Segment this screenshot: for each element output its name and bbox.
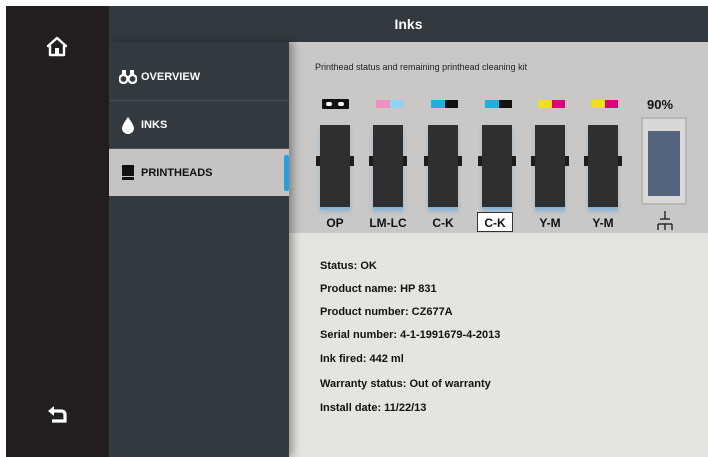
sidebar-item-label: PRINTHEADS [141,166,213,179]
color-swatch [591,100,618,108]
printhead-label: LM-LC [369,216,407,230]
back-arrow-icon [48,406,67,423]
printhead-icon [119,164,137,182]
cleaning-kit-percent: 90% [647,97,674,112]
printhead-label: Y-M [592,216,614,230]
printhead-body [316,125,354,209]
home-button[interactable] [34,26,80,66]
printhead-details: Status: OK Product name: HP 831 Product … [289,233,708,457]
printhead-body [478,125,516,209]
serial-number: Serial number: 4-1-1991679-4-2013 [320,329,501,341]
sidebar-item-label: INKS [141,118,168,131]
panel-subtitle: Printhead status and remaining printhead… [315,62,528,72]
printer-screen: Inks OVERVIEW INKS PRINTHEADS Printhead … [6,6,708,457]
sidebar-item-label: OVERVIEW [141,70,201,83]
home-icon [46,36,68,57]
cleaning-kit-level [648,131,680,196]
printhead-cap-icon [322,99,349,109]
sidebar-item-printheads[interactable]: PRINTHEADS [109,149,289,196]
sidebar-item-overview[interactable]: OVERVIEW [109,53,289,100]
status-text: Status: OK [320,260,377,272]
color-swatch [376,100,403,108]
printhead-label: Y-M [539,216,561,230]
left-nav-bar [6,6,109,457]
product-number: Product number: CZ677A [320,306,453,318]
page-title-bar: Inks [109,6,708,42]
cleaning-kit-gauge[interactable] [641,117,687,205]
sidebar-item-inks[interactable]: INKS [109,101,289,148]
warranty-status: Warranty status: Out of warranty [320,378,491,390]
printhead-label-selected: C-K [477,212,513,232]
install-date: Install date: 11/22/13 [320,402,427,414]
page-title: Inks [394,16,423,32]
printhead-body [424,125,462,209]
color-swatch [485,100,512,108]
printhead-body [531,125,569,209]
printhead-body [584,125,622,209]
printhead-body [369,125,407,209]
sidebar: OVERVIEW INKS PRINTHEADS [109,42,289,457]
cleaning-kit-icon [654,210,676,232]
color-swatch [431,100,458,108]
printhead-label: OP [326,216,344,230]
ink-drop-icon [119,116,137,134]
printheads-panel: Printhead status and remaining printhead… [289,42,708,233]
color-swatch [538,100,565,108]
selection-indicator [284,155,289,191]
ink-fired: Ink fired: 442 ml [320,353,404,365]
back-button[interactable] [34,394,80,434]
product-name: Product name: HP 831 [320,283,437,295]
printhead-label: C-K [432,216,454,230]
binoculars-icon [119,68,137,86]
